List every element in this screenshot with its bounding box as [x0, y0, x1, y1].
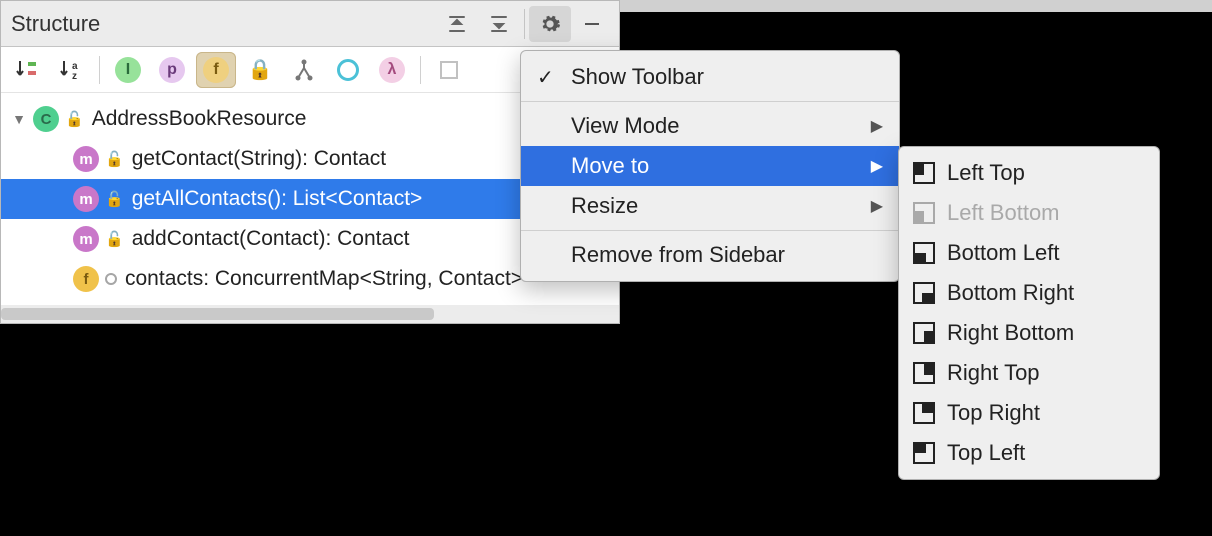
position-right-bottom-icon [913, 322, 935, 344]
settings-button[interactable] [529, 6, 571, 42]
lambda-icon: λ [379, 57, 405, 83]
expand-button[interactable] [478, 6, 520, 42]
autoscroll-icon [438, 59, 460, 81]
sort-visibility-icon [14, 57, 40, 83]
show-anonymous-button[interactable] [328, 52, 368, 88]
tree-node-label: addContact(Contact): Contact [132, 227, 410, 251]
check-icon: ✓ [537, 65, 571, 90]
menu-item-label: Remove from Sidebar [571, 242, 883, 268]
position-top-left-icon [913, 442, 935, 464]
scrollbar-thumb[interactable] [1, 308, 434, 320]
gear-icon [539, 13, 561, 35]
position-top-right-icon [913, 402, 935, 424]
interface-icon: I [115, 57, 141, 83]
collapse-button[interactable] [436, 6, 478, 42]
menu-separator [521, 101, 899, 102]
menu-item-label: View Mode [571, 113, 871, 139]
submenu-item-label: Left Bottom [947, 200, 1060, 226]
public-icon: 🔓 [105, 230, 124, 248]
tree-twistie-icon[interactable]: ▼ [9, 111, 29, 127]
submenu-left-bottom: Left Bottom [899, 193, 1159, 233]
submenu-arrow-icon: ▶ [871, 116, 883, 136]
position-bottom-left-icon [913, 242, 935, 264]
public-icon: 🔓 [105, 190, 124, 208]
show-inherited-button[interactable] [284, 52, 324, 88]
position-right-top-icon [913, 362, 935, 384]
submenu-item-label: Left Top [947, 160, 1025, 186]
public-icon: 🔓 [65, 110, 84, 128]
collapse-icon [447, 14, 467, 34]
submenu-item-label: Bottom Left [947, 240, 1060, 266]
position-left-top-icon [913, 162, 935, 184]
submenu-item-label: Right Top [947, 360, 1040, 386]
submenu-top-left[interactable]: Top Left [899, 433, 1159, 473]
show-properties-button[interactable]: p [152, 52, 192, 88]
submenu-arrow-icon: ▶ [871, 196, 883, 216]
menu-show-toolbar[interactable]: ✓ Show Toolbar [521, 57, 899, 97]
package-private-icon [105, 273, 117, 285]
panel-title: Structure [11, 11, 436, 37]
menu-separator [521, 230, 899, 231]
position-left-bottom-icon [913, 202, 935, 224]
menu-view-mode[interactable]: View Mode ▶ [521, 106, 899, 146]
inherited-icon [292, 58, 316, 82]
property-icon: p [159, 57, 185, 83]
field-icon: f [73, 266, 99, 292]
sort-visibility-button[interactable] [7, 52, 47, 88]
svg-text:z: z [72, 71, 77, 82]
submenu-item-label: Top Right [947, 400, 1040, 426]
header-separator [524, 9, 525, 39]
toolbar-separator [99, 56, 100, 84]
submenu-item-label: Top Left [947, 440, 1025, 466]
position-bottom-right-icon [913, 282, 935, 304]
submenu-item-label: Right Bottom [947, 320, 1074, 346]
tree-node-label: AddressBookResource [92, 107, 307, 131]
submenu-bottom-left[interactable]: Bottom Left [899, 233, 1159, 273]
horizontal-scrollbar[interactable] [1, 305, 619, 323]
menu-item-label: Show Toolbar [571, 64, 883, 90]
submenu-arrow-icon: ▶ [871, 156, 883, 176]
sort-alpha-button[interactable]: a z [51, 52, 91, 88]
move-to-submenu: Left Top Left Bottom Bottom Left Bottom … [898, 146, 1160, 480]
submenu-right-top[interactable]: Right Top [899, 353, 1159, 393]
public-icon: 🔓 [105, 150, 124, 168]
lock-icon: 🔒 [248, 57, 273, 82]
menu-resize[interactable]: Resize ▶ [521, 186, 899, 226]
expand-icon [489, 14, 509, 34]
autoscroll-button[interactable] [429, 52, 469, 88]
show-lambdas-button[interactable]: λ [372, 52, 412, 88]
window-edge [620, 0, 1212, 12]
show-nonpublic-button[interactable]: 🔒 [240, 52, 280, 88]
submenu-top-right[interactable]: Top Right [899, 393, 1159, 433]
menu-move-to[interactable]: Move to ▶ [521, 146, 899, 186]
tree-node-label: getContact(String): Contact [132, 147, 386, 171]
sort-alpha-icon: a z [58, 57, 84, 83]
method-icon: m [73, 226, 99, 252]
method-icon: m [73, 186, 99, 212]
menu-item-label: Move to [571, 153, 871, 179]
tree-node-label: getAllContacts(): List<Contact> [132, 187, 423, 211]
submenu-item-label: Bottom Right [947, 280, 1074, 306]
show-fields-button[interactable]: f [196, 52, 236, 88]
submenu-left-top[interactable]: Left Top [899, 153, 1159, 193]
minimize-icon [583, 15, 601, 33]
anonymous-icon [337, 59, 359, 81]
submenu-right-bottom[interactable]: Right Bottom [899, 313, 1159, 353]
toolbar-separator-2 [420, 56, 421, 84]
tree-node-label: contacts: ConcurrentMap<String, Contact> [125, 267, 523, 291]
settings-menu: ✓ Show Toolbar View Mode ▶ Move to ▶ Res… [520, 50, 900, 282]
submenu-bottom-right[interactable]: Bottom Right [899, 273, 1159, 313]
class-icon: C [33, 106, 59, 132]
field-icon: f [203, 57, 229, 83]
show-interfaces-button[interactable]: I [108, 52, 148, 88]
panel-header: Structure [1, 1, 619, 47]
minimize-button[interactable] [571, 6, 613, 42]
menu-item-label: Resize [571, 193, 871, 219]
menu-remove-from-sidebar[interactable]: Remove from Sidebar [521, 235, 899, 275]
method-icon: m [73, 146, 99, 172]
